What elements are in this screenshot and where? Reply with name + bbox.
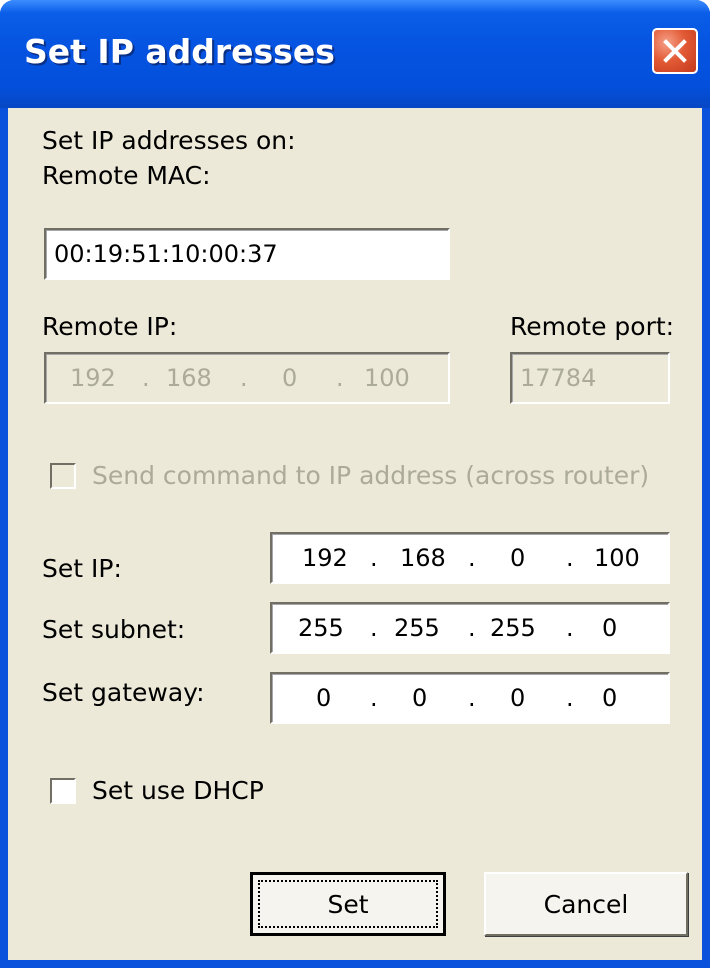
set-ip-octet-4: 100 [594, 544, 640, 572]
set-subnet-octet-3: 255 [490, 614, 536, 642]
set-subnet-dot-3: . [566, 614, 574, 642]
remote-port-value: 17784 [520, 364, 597, 392]
use-dhcp-checkbox[interactable] [50, 778, 76, 804]
title-bar[interactable]: Set IP addresses [0, 0, 710, 108]
set-subnet-field[interactable]: 255 . 255 . 255 . 0 [270, 602, 670, 654]
send-command-checkbox [50, 463, 76, 489]
send-command-label: Send command to IP address (across route… [92, 461, 650, 490]
set-ip-octet-2: 168 [400, 544, 446, 572]
set-gateway-label: Set gateway: [42, 678, 205, 707]
cancel-button-label: Cancel [543, 889, 629, 919]
remote-mac-label: Remote MAC: [42, 161, 211, 190]
remote-ip-octet-3: 0 [282, 364, 298, 392]
remote-ip-octet-1: 192 [70, 364, 116, 392]
set-ip-octet-1: 192 [302, 544, 348, 572]
remote-ip-octet-2: 168 [166, 364, 212, 392]
set-gateway-octet-4: 0 [602, 684, 618, 712]
remote-ip-dot-3: . [336, 364, 344, 392]
set-ip-label: Set IP: [42, 554, 122, 583]
window-title: Set IP addresses [24, 32, 335, 71]
set-ip-field[interactable]: 192 . 168 . 0 . 100 [270, 532, 670, 584]
set-gateway-octet-1: 0 [316, 684, 332, 712]
set-button[interactable]: Set [250, 872, 446, 936]
remote-ip-label: Remote IP: [42, 312, 178, 341]
set-gateway-field[interactable]: 0 . 0 . 0 . 0 [270, 672, 670, 724]
cancel-button[interactable]: Cancel [484, 872, 688, 936]
set-subnet-dot-1: . [370, 614, 378, 642]
set-gateway-dot-1: . [370, 684, 378, 712]
set-ip-dot-3: . [566, 544, 574, 572]
set-ip-dot-1: . [370, 544, 378, 572]
set-gateway-octet-3: 0 [510, 684, 526, 712]
set-subnet-label: Set subnet: [42, 615, 186, 644]
use-dhcp-label[interactable]: Set use DHCP [92, 776, 264, 805]
close-button[interactable] [652, 28, 698, 74]
set-ip-octet-3: 0 [510, 544, 526, 572]
close-icon [663, 39, 687, 63]
dialog-window: Set IP addresses Set IP addresses on: Re… [0, 0, 710, 968]
focus-rectangle [258, 880, 438, 928]
remote-port-field: 17784 [510, 352, 670, 404]
dialog-body: Set IP addresses on: Remote MAC: 00:19:5… [8, 108, 702, 960]
set-gateway-octet-2: 0 [412, 684, 428, 712]
remote-ip-octet-4: 100 [364, 364, 410, 392]
set-subnet-octet-4: 0 [602, 614, 618, 642]
set-gateway-dot-3: . [566, 684, 574, 712]
set-gateway-dot-2: . [468, 684, 476, 712]
remote-ip-field: 192 . 168 . 0 . 100 [44, 352, 450, 404]
remote-ip-dot-2: . [240, 364, 248, 392]
intro-label: Set IP addresses on: [42, 126, 296, 155]
remote-port-label: Remote port: [510, 312, 675, 341]
set-subnet-dot-2: . [468, 614, 476, 642]
remote-ip-dot-1: . [142, 364, 150, 392]
remote-mac-field[interactable]: 00:19:51:10:00:37 [44, 228, 450, 280]
set-subnet-octet-2: 255 [394, 614, 440, 642]
set-subnet-octet-1: 255 [298, 614, 344, 642]
remote-mac-value: 00:19:51:10:00:37 [54, 240, 278, 268]
set-ip-dot-2: . [468, 544, 476, 572]
